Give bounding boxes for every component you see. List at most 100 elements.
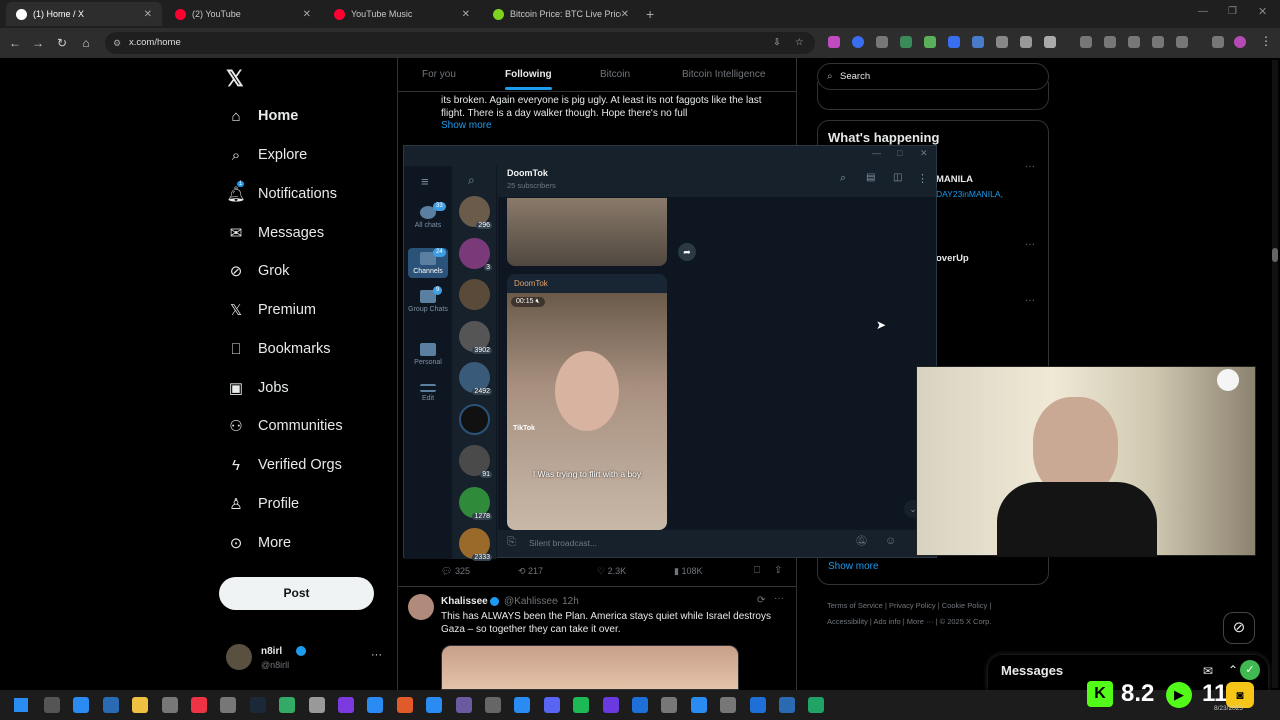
toolbar-icon[interactable] — [1104, 36, 1116, 48]
forward-icon[interactable]: ➦ — [678, 243, 696, 261]
avatar[interactable] — [226, 644, 252, 670]
previous-message-media[interactable] — [507, 198, 667, 266]
extension-icon[interactable] — [1020, 36, 1032, 48]
footer-link[interactable]: Accessibility — [827, 617, 868, 626]
author-name[interactable]: Khalissee — [441, 596, 488, 607]
taskbar-app-icon[interactable] — [485, 697, 501, 713]
trend-menu-icon[interactable]: ··· — [1025, 239, 1035, 250]
play-icon[interactable]: ▶ — [1166, 682, 1192, 708]
extension-icon[interactable] — [828, 36, 840, 48]
bookmark-star-icon[interactable]: ☆ — [795, 32, 804, 54]
chat-avatar[interactable]: 2492 — [459, 362, 492, 395]
toolbar-icon[interactable] — [1152, 36, 1164, 48]
taskbar-app-icon[interactable] — [220, 697, 237, 713]
taskbar-app-icon[interactable] — [44, 697, 60, 713]
trend-menu-icon[interactable]: ··· — [1025, 295, 1035, 306]
taskbar-app-icon[interactable] — [367, 697, 384, 713]
taskbar-app-icon[interactable] — [602, 697, 619, 713]
close-tab-icon[interactable]: ✕ — [462, 9, 470, 20]
trend-title[interactable]: MANILA — [936, 174, 973, 185]
bookmark-icon[interactable]: ⎕ — [754, 565, 760, 576]
author-handle[interactable]: @Kahlissee — [504, 596, 558, 607]
tab-youtube[interactable]: (2) YouTube ✕ — [165, 2, 321, 26]
minimize-icon[interactable]: — — [872, 148, 881, 158]
extension-icon[interactable] — [900, 36, 912, 48]
x-logo-icon[interactable]: 𝕏 — [226, 66, 244, 92]
chat-avatar[interactable]: 3 — [459, 237, 492, 271]
comments-icon[interactable]: ▤ — [866, 172, 875, 183]
reload-icon[interactable]: ↻ — [53, 34, 71, 52]
extension-icon[interactable] — [852, 36, 864, 48]
muted-icon[interactable]: 🔇︎ — [535, 298, 539, 305]
kick-icon[interactable]: K — [1087, 681, 1113, 707]
search-icon[interactable]: ⌕ — [840, 172, 846, 185]
taskbar-app-icon[interactable] — [73, 697, 90, 713]
chat-avatar[interactable] — [459, 279, 490, 310]
folder-group-chats[interactable]: Group Chats 9 — [408, 286, 448, 313]
nav-premium[interactable]: 𝕏 Premium — [226, 296, 316, 324]
nav-profile[interactable]: ♙ Profile — [226, 490, 299, 518]
account-menu-icon[interactable]: ··· — [371, 649, 382, 661]
folder-channels[interactable]: Channels 24 — [408, 248, 448, 278]
taskbar-app-icon[interactable] — [102, 697, 119, 713]
maximize-icon[interactable]: ❐ — [1228, 6, 1237, 17]
extension-icon[interactable] — [972, 36, 984, 48]
taskbar-app-icon[interactable] — [161, 697, 178, 713]
tab-bitcoin[interactable]: Bitcoin Price: BTC Live Price Chart ✕ — [483, 2, 639, 26]
footer-link[interactable]: Cookie Policy — [942, 601, 987, 610]
close-tab-icon[interactable]: ✕ — [621, 9, 629, 20]
repost-button[interactable]: ⟲ 217 — [518, 566, 543, 577]
emoji-icon[interactable]: ☺ — [885, 535, 896, 547]
profile-avatar-icon[interactable] — [1234, 36, 1246, 48]
folder-edit[interactable]: Edit — [408, 384, 448, 402]
extension-icon[interactable] — [924, 36, 936, 48]
chat-avatar[interactable]: 1278 — [459, 486, 492, 520]
grok-floating-button[interactable]: ⊘ — [1223, 612, 1255, 644]
footer-link[interactable]: Terms of Service — [827, 601, 883, 610]
silent-bell-icon[interactable]: 🔕︎ — [855, 536, 868, 547]
close-window-icon[interactable]: ✕ — [1258, 5, 1267, 18]
extension-icon[interactable] — [948, 36, 960, 48]
close-tab-icon[interactable]: ✕ — [303, 9, 311, 20]
taskbar-app-icon[interactable] — [132, 697, 149, 713]
taskbar-app-icon[interactable] — [661, 697, 678, 713]
folder-personal[interactable]: Personal — [408, 343, 448, 366]
taskbar-app-icon[interactable] — [779, 697, 795, 713]
show-more-link[interactable]: Show more — [441, 120, 492, 131]
search-icon[interactable]: ⌕ — [468, 173, 475, 188]
taskbar-app-icon[interactable] — [543, 697, 560, 713]
devtools-icon[interactable] — [1128, 36, 1140, 48]
message-input[interactable]: Silent broadcast... — [529, 538, 597, 548]
history-icon[interactable] — [1080, 36, 1092, 48]
video-message[interactable]: DoomTok 00:15 🔇︎ TikTok I Was trying to … — [507, 274, 667, 530]
taskbar-app-icon[interactable] — [308, 697, 325, 713]
minimize-icon[interactable]: — — [1198, 6, 1208, 17]
taskbar-app-icon[interactable] — [720, 697, 737, 713]
show-more-link[interactable]: Show more — [828, 561, 879, 572]
taskbar-app-icon[interactable] — [808, 697, 825, 713]
nav-communities[interactable]: ⚇ Communities — [226, 412, 342, 440]
nav-messages[interactable]: ✉ Messages — [226, 219, 324, 247]
page-scrollbar[interactable] — [1272, 60, 1278, 688]
new-message-icon[interactable]: ✉ — [1203, 664, 1213, 678]
extensions-puzzle-icon[interactable] — [1044, 36, 1056, 48]
sender-name[interactable]: DoomTok — [514, 279, 548, 288]
nav-grok[interactable]: ⊘ Grok — [226, 257, 290, 285]
footer-link[interactable]: More ··· — [907, 617, 934, 626]
start-icon[interactable] — [14, 698, 28, 712]
chat-avatar[interactable]: 2333 — [459, 528, 492, 561]
close-window-icon[interactable]: ✕ — [920, 148, 928, 159]
avatar[interactable] — [408, 594, 434, 620]
chat-avatar[interactable]: 91 — [459, 445, 492, 478]
tab-youtube-music[interactable]: YouTube Music ✕ — [324, 2, 480, 26]
back-icon[interactable]: ← — [6, 34, 24, 52]
nav-explore[interactable]: ⌕ Explore — [226, 141, 307, 169]
nav-bookmarks[interactable]: ⎕ Bookmarks — [226, 335, 330, 363]
post-button[interactable]: Post — [219, 577, 374, 610]
tab-bitcoin[interactable]: Bitcoin — [600, 69, 630, 80]
taskbar-app-icon[interactable] — [455, 697, 472, 713]
nav-home[interactable]: ⌂ Home — [226, 102, 298, 130]
taskbar-app-icon[interactable] — [749, 697, 766, 713]
chat-avatar[interactable] — [459, 403, 490, 435]
tab-following[interactable]: Following — [505, 69, 552, 80]
